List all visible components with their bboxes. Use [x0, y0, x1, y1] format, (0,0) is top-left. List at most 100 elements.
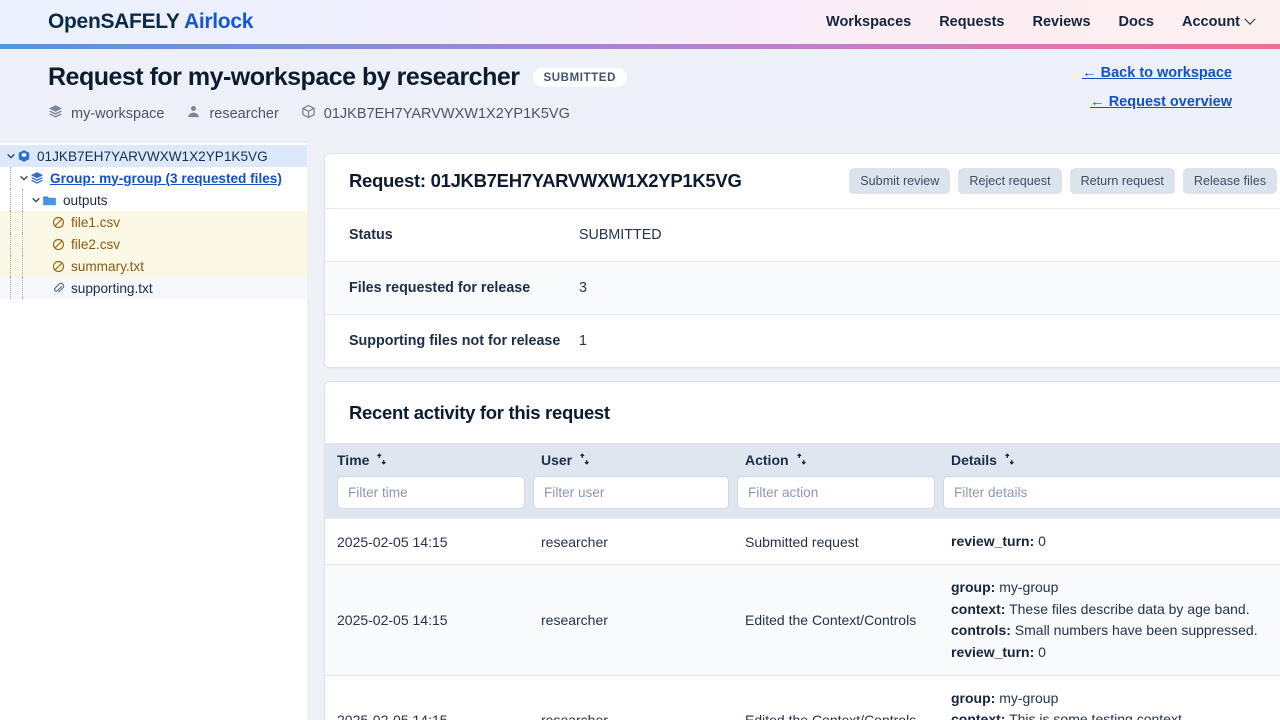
detail-value: Small numbers have been suppressed. — [1014, 622, 1258, 639]
nav-link-docs[interactable]: Docs — [1119, 14, 1154, 30]
group-layers-icon — [30, 171, 44, 185]
page-header: Request for my-workspace by researcher S… — [0, 49, 1280, 143]
nav-link-account[interactable]: Account — [1182, 13, 1256, 30]
cell-action: Submitted request — [733, 517, 939, 565]
info-row-supporting-files-label: Supporting files not for release — [349, 333, 561, 349]
reject-request-button[interactable]: Reject request — [958, 168, 1062, 194]
chevron-expanded-icon[interactable] — [29, 194, 42, 207]
cell-time: 2025-02-05 14:15 — [325, 564, 529, 676]
cell-user: researcher — [529, 564, 733, 676]
filter-time-input[interactable] — [337, 476, 525, 509]
activity-table-head: Time User Action Details Filter time Fil… — [325, 443, 1280, 519]
tree-item-request-root[interactable]: 01JKB7EH7YARVWXW1X2YP1K5VG — [0, 145, 307, 167]
page-body: 01JKB7EH7YARVWXW1X2YP1K5VG Group: my-gro… — [0, 143, 1280, 720]
paperclip-icon — [52, 282, 65, 295]
info-row-files-requested: Files requested for release 3 — [325, 261, 1280, 314]
tree-item-supporting[interactable]: supporting.txt — [0, 277, 307, 299]
request-overview-link[interactable]: ← Request overview — [1090, 94, 1232, 110]
release-files-button[interactable]: Release files — [1182, 168, 1277, 194]
tree-item-group-label: Group: my-group (3 requested files) — [50, 170, 282, 186]
chevron-expanded-icon[interactable] — [4, 150, 17, 163]
brand-name-primary: OpenSAFELY — [48, 10, 180, 33]
tree-item-folder-outputs[interactable]: outputs — [0, 189, 307, 211]
tree-item-summary-label: summary.txt — [71, 258, 145, 274]
activity-table: Time User Action Details Filter time Fil… — [325, 443, 1280, 720]
detail-key: controls: — [951, 622, 1011, 639]
meta-request-id-label: 01JKB7EH7YARVWXW1X2YP1K5VG — [323, 105, 570, 122]
filter-cell-time — [325, 476, 529, 519]
nav-link-account-label: Account — [1182, 14, 1240, 30]
cell-details: review_turn: 0 — [939, 517, 1280, 565]
tree-item-summary[interactable]: summary.txt — [0, 255, 307, 277]
meta-author-label: researcher — [209, 105, 279, 122]
detail-line: review_turn: 0 — [951, 642, 1280, 663]
request-summary-card: Request: 01JKB7EH7YARVWXW1X2YP1K5VG Subm… — [324, 153, 1280, 368]
column-header-details[interactable]: Details — [939, 443, 1280, 476]
brand-name-accent: Airlock — [183, 10, 254, 33]
tree-item-group[interactable]: Group: my-group (3 requested files) — [0, 167, 307, 189]
tree-item-file1[interactable]: file1.csv — [0, 211, 307, 233]
return-request-button[interactable]: Return request — [1069, 168, 1175, 194]
nav-link-reviews[interactable]: Reviews — [1032, 14, 1090, 30]
back-to-workspace-link[interactable]: ← Back to workspace — [1082, 65, 1232, 81]
detail-value: This is some testing context — [1009, 711, 1182, 720]
page-title: Request for my-workspace by researcher — [48, 63, 520, 91]
package-icon — [301, 104, 316, 123]
sort-icon[interactable] — [796, 452, 807, 468]
column-header-time-label: Time — [337, 452, 370, 468]
info-row-status: Status SUBMITTED — [325, 208, 1280, 261]
column-header-action[interactable]: Action — [733, 443, 939, 476]
column-header-action-label: Action — [745, 452, 789, 468]
page-title-row: Request for my-workspace by researcher S… — [48, 63, 1254, 92]
primary-nav-links: Workspaces Requests Reviews Docs Account — [826, 13, 1256, 30]
meta-request-id: 01JKB7EH7YARVWXW1X2YP1K5VG — [301, 104, 570, 123]
filter-action-input[interactable] — [737, 476, 935, 509]
detail-line: review_turn: 0 — [951, 531, 1280, 552]
sort-icon[interactable] — [376, 452, 387, 468]
file-review-icon — [52, 238, 65, 251]
user-icon — [186, 104, 201, 123]
meta-author: researcher — [186, 104, 279, 123]
nav-link-requests[interactable]: Requests — [939, 14, 1004, 30]
detail-line: group: my-group — [951, 688, 1280, 709]
file-review-icon — [52, 260, 65, 273]
tree-item-folder-outputs-label: outputs — [63, 192, 108, 208]
recent-activity-title: Recent activity for this request — [349, 402, 610, 423]
cell-time: 2025-02-05 14:15 — [325, 517, 529, 565]
detail-key: context: — [951, 600, 1006, 617]
info-row-files-requested-value: 3 — [579, 280, 587, 296]
file-review-icon — [52, 216, 65, 229]
filter-cell-action — [733, 476, 939, 519]
submit-review-button[interactable]: Submit review — [849, 168, 951, 194]
status-badge: SUBMITTED — [532, 68, 627, 87]
filter-details-input[interactable] — [943, 476, 1280, 509]
nav-link-workspaces[interactable]: Workspaces — [826, 14, 911, 30]
app-logo[interactable]: OpenSAFELY Airlock — [48, 10, 253, 34]
detail-value: my-group — [999, 579, 1059, 596]
sort-icon[interactable] — [1004, 452, 1015, 468]
top-navigation-bar: OpenSAFELY Airlock Workspaces Requests R… — [0, 0, 1280, 44]
filter-cell-details — [939, 476, 1280, 519]
tree-item-supporting-label: supporting.txt — [71, 280, 153, 296]
info-row-supporting-files-value: 1 — [579, 333, 587, 349]
layers-icon — [48, 104, 63, 123]
chevron-expanded-icon[interactable] — [17, 172, 30, 185]
tree-item-file2[interactable]: file2.csv — [0, 233, 307, 255]
column-header-user[interactable]: User — [529, 443, 733, 476]
column-header-user-label: User — [541, 452, 573, 468]
detail-value: my-group — [999, 690, 1059, 707]
detail-value: 0 — [1038, 643, 1046, 660]
sort-icon[interactable] — [579, 452, 590, 468]
column-header-time[interactable]: Time — [325, 443, 529, 476]
file-tree-sidebar[interactable]: 01JKB7EH7YARVWXW1X2YP1K5VG Group: my-gro… — [0, 143, 307, 720]
request-box-icon — [17, 149, 31, 163]
table-row: 2025-02-05 14:15 researcher Edited the C… — [325, 675, 1280, 720]
recent-activity-card: Recent activity for this request Time Us — [324, 381, 1280, 720]
cell-action: Edited the Context/Controls — [733, 564, 939, 676]
detail-key: review_turn: — [951, 643, 1035, 660]
request-action-buttons: Submit review Reject request Return requ… — [849, 168, 1277, 194]
filter-user-input[interactable] — [533, 476, 729, 509]
nav-link-docs-label: Docs — [1118, 14, 1154, 30]
column-header-details-label: Details — [951, 452, 997, 468]
activity-header-row: Time User Action Details — [325, 443, 1280, 476]
